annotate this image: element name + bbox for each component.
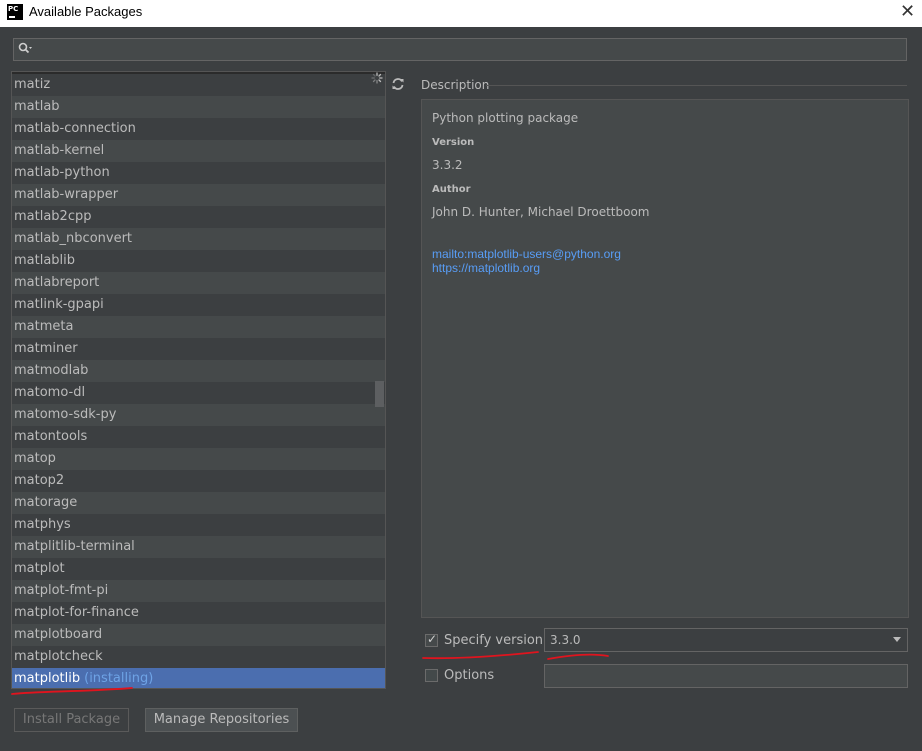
description-panel: Python plotting package Version 3.3.2 Au… bbox=[421, 99, 909, 618]
version-select-value: 3.3.0 bbox=[550, 633, 581, 647]
author-value: John D. Hunter, Michael Droettboom bbox=[432, 205, 650, 219]
search-icon[interactable] bbox=[18, 42, 32, 56]
package-name: matomo-sdk-py bbox=[14, 407, 117, 422]
package-name: matlab-kernel bbox=[14, 143, 105, 158]
section-divider bbox=[486, 85, 907, 86]
options-checkbox[interactable] bbox=[425, 669, 438, 682]
scrollbar-thumb[interactable] bbox=[375, 381, 384, 407]
mailto-link[interactable]: mailto:matplotlib-users@python.org bbox=[432, 247, 621, 261]
package-name: matop2 bbox=[14, 473, 65, 488]
package-row[interactable]: matplot-fmt-pi bbox=[12, 580, 385, 602]
package-name: matop bbox=[14, 451, 56, 466]
package-row[interactable]: matlab-kernel bbox=[12, 140, 385, 162]
title-bar: PC Available Packages ✕ bbox=[0, 0, 922, 27]
options-field[interactable] bbox=[544, 664, 908, 688]
package-row[interactable]: matlab bbox=[12, 96, 385, 118]
package-row[interactable]: matlablib bbox=[12, 250, 385, 272]
package-name: matiz bbox=[14, 77, 51, 92]
package-row[interactable]: matplot bbox=[12, 558, 385, 580]
package-row[interactable]: matplotcheck bbox=[12, 646, 385, 668]
package-name: matlab-wrapper bbox=[14, 187, 119, 202]
package-row[interactable]: matplot-for-finance bbox=[12, 602, 385, 624]
package-name: matplot-for-finance bbox=[14, 605, 139, 620]
package-name: matplotboard bbox=[14, 627, 103, 642]
package-row[interactable]: matlab-wrapper bbox=[12, 184, 385, 206]
package-name: matplotlib bbox=[14, 671, 81, 686]
package-row[interactable]: matlab-python bbox=[12, 162, 385, 184]
dropdown-arrow-icon[interactable] bbox=[893, 637, 901, 642]
package-name: matlabreport bbox=[14, 275, 100, 290]
package-row[interactable]: matlab_nbconvert bbox=[12, 228, 385, 250]
package-name: matontools bbox=[14, 429, 88, 444]
annotation-underline-specify-version bbox=[422, 651, 609, 660]
package-name: matlablib bbox=[14, 253, 76, 268]
window-title: Available Packages bbox=[29, 4, 143, 19]
package-row[interactable]: matplitlib-terminal bbox=[12, 536, 385, 558]
author-heading: Author bbox=[432, 184, 471, 195]
package-row[interactable]: matop2 bbox=[12, 470, 385, 492]
package-row[interactable]: matomo-dl bbox=[12, 382, 385, 404]
package-row[interactable]: matomo-sdk-py bbox=[12, 404, 385, 426]
package-name: matlab_nbconvert bbox=[14, 231, 133, 246]
annotation-underline-matplotlib bbox=[11, 687, 133, 695]
package-row[interactable]: matontools bbox=[12, 426, 385, 448]
package-row[interactable]: matop bbox=[12, 448, 385, 470]
package-row[interactable]: matlab2cpp bbox=[12, 206, 385, 228]
package-name: matmeta bbox=[14, 319, 74, 334]
package-name: matplot bbox=[14, 561, 65, 576]
package-name: matmodlab bbox=[14, 363, 89, 378]
package-name: matlab-connection bbox=[14, 121, 136, 136]
package-row[interactable]: matphys bbox=[12, 514, 385, 536]
package-name: matlink-gpapi bbox=[14, 297, 104, 312]
install-status: (installing) bbox=[84, 671, 154, 686]
description-section-label: Description bbox=[421, 78, 490, 92]
specify-version-label: Specify version bbox=[444, 633, 544, 648]
package-name: matomo-dl bbox=[14, 385, 86, 400]
package-name: matlab-python bbox=[14, 165, 110, 180]
package-row[interactable]: matplotboard bbox=[12, 624, 385, 646]
checkmark-icon: ✓ bbox=[427, 632, 438, 646]
close-icon[interactable]: ✕ bbox=[900, 2, 916, 22]
package-name: matplotcheck bbox=[14, 649, 103, 664]
package-name: matorage bbox=[14, 495, 78, 510]
package-summary: Python plotting package bbox=[432, 111, 579, 125]
package-row[interactable]: matlabreport bbox=[12, 272, 385, 294]
specify-version-checkbox[interactable]: ✓ bbox=[425, 632, 438, 647]
package-row[interactable]: matmeta bbox=[12, 316, 385, 338]
package-row[interactable]: matiz bbox=[12, 74, 385, 96]
refresh-icon[interactable] bbox=[391, 77, 405, 91]
package-row[interactable]: matmodlab bbox=[12, 360, 385, 382]
package-row[interactable]: matlink-gpapi bbox=[12, 294, 385, 316]
package-name: matlab2cpp bbox=[14, 209, 92, 224]
package-name: matminer bbox=[14, 341, 78, 356]
version-value: 3.3.2 bbox=[432, 158, 463, 172]
manage-repositories-button[interactable]: Manage Repositories bbox=[145, 708, 298, 732]
package-row[interactable]: matlab-connection bbox=[12, 118, 385, 140]
package-name: matplot-fmt-pi bbox=[14, 583, 109, 598]
package-name: matphys bbox=[14, 517, 71, 532]
package-name: matlab bbox=[14, 99, 60, 114]
search-input[interactable] bbox=[13, 38, 907, 61]
options-label: Options bbox=[444, 668, 495, 683]
loading-spinner-icon bbox=[371, 72, 383, 84]
package-row[interactable]: matorage bbox=[12, 492, 385, 514]
pc-icon: PC bbox=[7, 4, 23, 20]
homepage-link[interactable]: https://matplotlib.org bbox=[432, 261, 540, 275]
install-package-button[interactable]: Install Package bbox=[14, 708, 129, 732]
package-list[interactable]: matiz matlab matlab-connection matlab-kerne… bbox=[11, 71, 386, 689]
package-name: matplitlib-terminal bbox=[14, 539, 135, 554]
version-heading: Version bbox=[432, 137, 475, 148]
package-row[interactable]: matminer bbox=[12, 338, 385, 360]
